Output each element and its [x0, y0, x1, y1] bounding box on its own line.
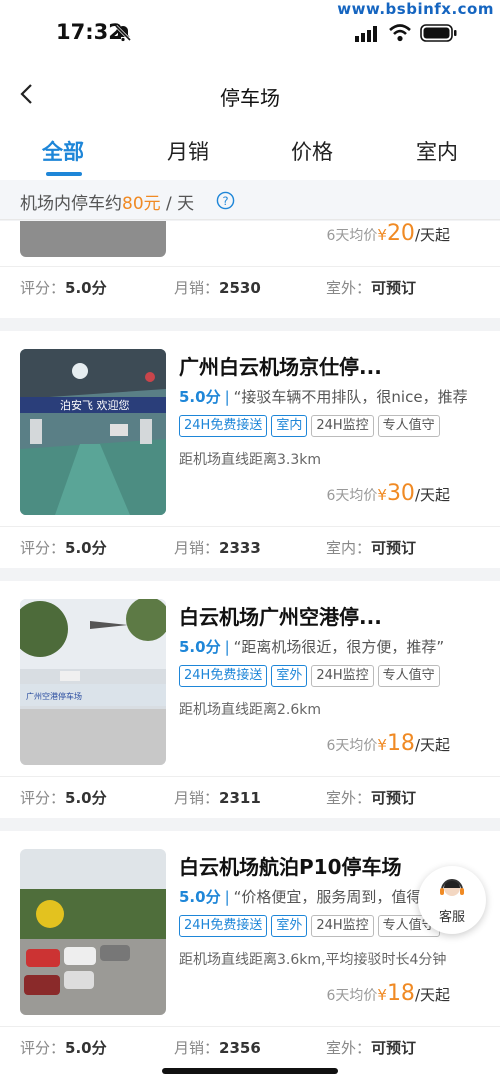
tab-price[interactable]: 价格 — [267, 136, 357, 166]
list-item[interactable]: 白云机场航泊P10停车场 5.0分 | “价格便宜，服务周到，值得推荐” 24H免费… — [0, 831, 500, 1084]
stat-type: 室外：可预订 — [326, 279, 417, 297]
notice-suffix: / 天 — [160, 194, 195, 214]
outdoor-lot-image — [20, 849, 166, 1015]
card-stats-row: 评分：5.0分 月销：2311 室外：可预订 — [0, 776, 500, 816]
distance-text: 距机场直线距离3.6km,平均接驳时长4分钟 — [179, 952, 447, 968]
parking-photo — [20, 221, 166, 257]
svg-text:?: ? — [222, 194, 228, 208]
headset-icon — [440, 879, 464, 896]
notice-prefix: 机场内停车约 — [20, 194, 122, 214]
stat-sales: 月销：2311 — [174, 789, 261, 807]
price-notice-bar: 机场内停车约80元 / 天 ? — [0, 180, 500, 220]
banner-text: 广州空港停车场 — [26, 691, 82, 701]
parking-photo: 泊安飞 欢迎您 — [20, 349, 166, 515]
stat-sales: 月销：2333 — [174, 539, 261, 557]
tag-location: 室外 — [271, 665, 308, 687]
parking-photo — [20, 849, 166, 1015]
list-item[interactable]: 6天均价¥20/天起 评分：5.0分 月销：2530 室外：可预订 — [0, 221, 500, 318]
score-review: 5.0分 | “接驳车辆不用排队，很nice，推荐” — [179, 388, 469, 406]
tag-location: 室内 — [271, 415, 308, 437]
stat-rating: 评分：5.0分 — [20, 279, 107, 297]
nav-header: 停车场 — [0, 62, 500, 126]
list-item[interactable]: 泊安飞 欢迎您 广州白云机场京仕停... 5.0分 | “接驳车辆不用排队，很nic… — [0, 331, 500, 568]
outdoor-lot-image: 广州空港停车场 — [20, 599, 166, 765]
distance-text: 距机场直线距离2.6km — [179, 702, 322, 718]
customer-service-button[interactable]: 客服 — [418, 866, 486, 934]
price-label: 6天均价¥30/天起 — [326, 481, 450, 506]
tag-location: 室外 — [271, 915, 308, 937]
customer-service-label: 客服 — [438, 910, 465, 925]
status-bar: 17:32 www.bsbinfx.com — [0, 0, 500, 62]
tab-monthly-sales[interactable]: 月销 — [143, 136, 233, 166]
filter-tabs: 全部 月销 价格 室内 — [0, 126, 500, 180]
parking-name: 白云机场广州空港停... — [179, 605, 382, 629]
card-stats-row: 评分：5.0分 月销：2530 室外：可预订 — [0, 266, 500, 306]
parking-name: 白云机场航泊P10停车场 — [179, 855, 402, 879]
feature-tags: 24H免费接送 室内 24H监控 专人值守 — [179, 415, 440, 437]
tag-shuttle: 24H免费接送 — [179, 915, 268, 937]
bell-muted-icon — [114, 24, 132, 42]
card-stats-row: 评分：5.0分 月销：2356 室外：可预订 — [0, 1026, 500, 1066]
price-label: 6天均价¥18/天起 — [326, 731, 450, 756]
stat-type: 室外：可预订 — [326, 789, 417, 807]
help-icon[interactable]: ? — [216, 191, 235, 210]
wifi-icon — [389, 24, 411, 42]
tag-monitor: 24H监控 — [311, 915, 374, 937]
cellular-signal-icon — [355, 26, 377, 42]
tab-indoor[interactable]: 室内 — [392, 136, 482, 166]
stat-sales: 月销：2356 — [174, 1039, 261, 1057]
tag-shuttle: 24H免费接送 — [179, 665, 268, 687]
banner-text: 泊安飞 欢迎您 — [60, 398, 130, 412]
notice-text: 机场内停车约80元 / 天 — [20, 189, 194, 214]
card-stats-row: 评分：5.0分 月销：2333 室内：可预订 — [0, 526, 500, 566]
tab-all[interactable]: 全部 — [18, 136, 108, 166]
list-item[interactable]: 广州空港停车场 白云机场广州空港停... 5.0分 | “距离机场很近，很方便，推荐… — [0, 581, 500, 818]
parking-name: 广州白云机场京仕停... — [179, 355, 382, 379]
home-indicator — [162, 1068, 338, 1074]
stat-type: 室外：可预订 — [326, 1039, 417, 1057]
stat-rating: 评分：5.0分 — [20, 539, 107, 557]
price-label: 6天均价¥20/天起 — [326, 221, 450, 246]
notice-price: 80元 — [122, 194, 161, 214]
status-time: 17:32 — [56, 20, 123, 44]
indoor-garage-image: 泊安飞 欢迎您 — [20, 349, 166, 515]
active-tab-indicator — [46, 172, 82, 176]
page-title: 停车场 — [220, 86, 280, 110]
tag-monitor: 24H监控 — [311, 415, 374, 437]
parking-photo: 广州空港停车场 — [20, 599, 166, 765]
stat-sales: 月销：2530 — [174, 279, 261, 297]
parking-list[interactable]: 6天均价¥20/天起 评分：5.0分 月销：2530 室外：可预订 泊安飞 欢迎… — [0, 221, 500, 1084]
watermark: www.bsbinfx.com — [337, 0, 494, 18]
feature-tags: 24H免费接送 室外 24H监控 专人值守 — [179, 915, 440, 937]
tag-staff: 专人值守 — [377, 665, 440, 687]
stat-rating: 评分：5.0分 — [20, 789, 107, 807]
tag-shuttle: 24H免费接送 — [179, 415, 268, 437]
stat-rating: 评分：5.0分 — [20, 1039, 107, 1057]
battery-icon — [420, 24, 457, 42]
score-review: 5.0分 | “距离机场很近，很方便，推荐” — [179, 638, 445, 656]
price-label: 6天均价¥18/天起 — [326, 981, 450, 1006]
stat-type: 室内：可预订 — [326, 539, 417, 557]
tag-staff: 专人值守 — [377, 415, 440, 437]
tag-monitor: 24H监控 — [311, 665, 374, 687]
feature-tags: 24H免费接送 室外 24H监控 专人值守 — [179, 665, 440, 687]
distance-text: 距机场直线距离3.3km — [179, 452, 322, 468]
